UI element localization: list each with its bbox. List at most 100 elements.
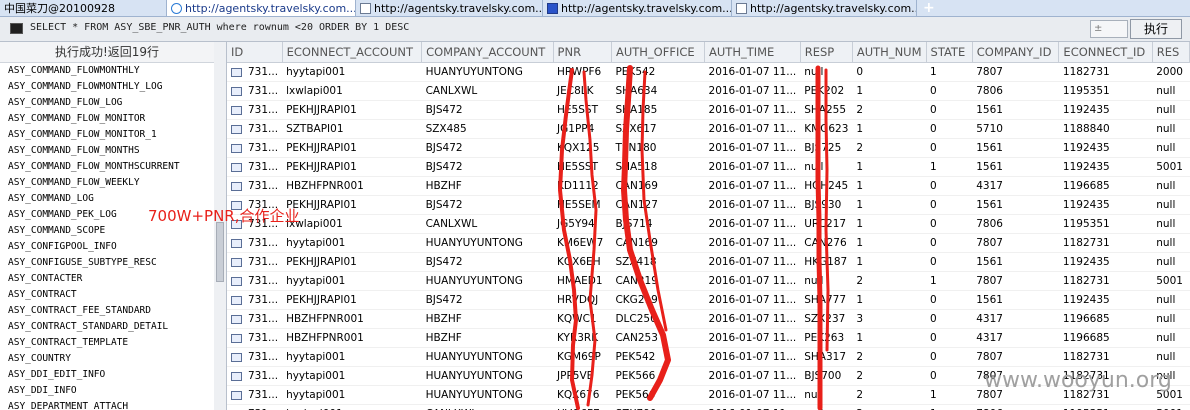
row-icon [231, 181, 242, 191]
table-cell: 0 [926, 328, 973, 348]
cell-value: HE5SST [557, 104, 598, 116]
tab-label: http://agentsky.travelsky.com... [750, 1, 917, 15]
cell-value: 1182731 [1062, 237, 1110, 249]
table-cell: 731... [227, 119, 283, 139]
browser-tab-2[interactable]: http://agentsky.travelsky.com... [167, 0, 356, 16]
options-dropdown[interactable]: ± [1090, 20, 1128, 38]
cell-value: BJS472 [425, 294, 463, 306]
sql-query-input[interactable]: SELECT * FROM ASY_SBE_PNR_AUTH where row… [30, 22, 409, 33]
table-row[interactable]: 731... HBZHFPNR001 HBZHF KD1112 CAN169 2016-0… [227, 176, 1190, 196]
cell-value: 2016-01-07 11... [708, 256, 797, 268]
cell-value: SZX485 [425, 123, 467, 135]
table-cell: KM6EW7 [553, 233, 612, 253]
column-header[interactable]: RES [1152, 42, 1190, 63]
table-row[interactable]: 731... PEKHJJRAPI01 BJS472 HE5SST SHA518 2016… [227, 157, 1190, 177]
table-list-item[interactable]: ASY_COMMAND_FLOWMONTHLY_LOG [0, 79, 214, 95]
table-cell: CANLXWL [421, 404, 554, 410]
table-list-item[interactable]: ASY_CONTRACT_FEE_STANDARD [0, 303, 214, 319]
table-cell: HUANYUYUNTONG [421, 271, 554, 291]
table-cell: HUANYUYUNTONG [421, 233, 554, 253]
table-row[interactable]: 731... lxwlapi001 CANLXWL JEC8LK SHA634 2016-… [227, 81, 1190, 101]
table-cell: null [800, 271, 853, 291]
table-list-item[interactable]: ASY_DEPARTMENT_ATTACH [0, 399, 214, 410]
table-cell: CAN253 [611, 328, 705, 348]
column-header[interactable]: STATE [926, 42, 973, 63]
table-cell: PEKHJJRAPI01 [282, 195, 422, 215]
table-row[interactable]: 731... lxwlapi001 CANLXWL JG5Y94 BJS714 2016-… [227, 214, 1190, 234]
cell-value: HBZHFPNR001 [286, 313, 364, 325]
table-list-item[interactable]: ASY_COMMAND_FLOW_WEEKLY [0, 175, 214, 191]
new-tab-button[interactable]: + [917, 0, 941, 16]
column-header[interactable]: ID [227, 42, 283, 63]
table-list-item[interactable]: ASY_COMMAND_FLOW_MONITOR_1 [0, 127, 214, 143]
column-header[interactable]: ECONNECT_ACCOUNT [282, 42, 423, 63]
table-list-scrollbar[interactable] [214, 42, 227, 410]
column-header[interactable]: COMPANY_ID [972, 42, 1060, 63]
column-header[interactable]: AUTH_NUM [852, 42, 927, 63]
table-list-item[interactable]: ASY_COMMAND_FLOW_MONITOR [0, 111, 214, 127]
cell-value: PEK202 [804, 85, 845, 97]
cell-value: null [1156, 85, 1176, 97]
table-list-item[interactable]: ASY_DDI_INFO [0, 383, 214, 399]
table-row[interactable]: 731... hyytapi001 HUANYUYUNTONG HMAED1 CAN21… [227, 271, 1190, 291]
tab-label: 中国菜刀@20100928 [4, 2, 115, 15]
table-cell: SZX237 [800, 309, 853, 329]
column-header[interactable]: ECONNECT_ID [1058, 42, 1153, 63]
browser-tab-3[interactable]: http://agentsky.travelsky.com... [356, 0, 543, 16]
table-row[interactable]: 731...lxwlapi001CANLXWLHVQ6F7SZX7902016-… [227, 404, 1190, 410]
table-cell: PEKHJJRAPI01 [282, 157, 422, 177]
result-grid: ID ECONNECT_ACCOUNT COMPANY_ACCOUNT PNR AUTH… [227, 42, 1190, 410]
table-row[interactable]: 731... PEKHJJRAPI01 BJS472 HE5SEM CAN127 2016… [227, 195, 1190, 215]
table-list-item[interactable]: ASY_CONTACTER [0, 271, 214, 287]
cell-value: 2000 [1156, 66, 1183, 78]
browser-tab-bar: 中国菜刀@20100928 http://agentsky.travelsky.c… [0, 0, 1190, 17]
cell-value: 1192435 [1062, 199, 1110, 211]
run-button[interactable]: 执行 [1130, 19, 1182, 39]
table-list-item[interactable]: ASY_COMMAND_FLOWMONTHLY [0, 63, 214, 79]
cell-value: 2 [856, 275, 864, 287]
table-list-item[interactable]: ASY_COMMAND_FLOW_MONTHSCURRENT [0, 159, 214, 175]
table-row[interactable]: 731... hyytapi001 HUANYUYUNTONG KM6EW7 CAN16… [227, 233, 1190, 253]
table-row[interactable]: 731... HBZHFPNR001 HBZHF KYR3RK CAN253 2016-0… [227, 328, 1190, 348]
table-row[interactable]: 731... PEKHJJRAPI01 BJS472 KQX6EH SZX418 2016… [227, 252, 1190, 272]
cell-value: PEKHJJRAPI01 [286, 142, 357, 154]
table-row[interactable]: 731... PEKHJJRAPI01 BJS472 KQX125 TSN180 2016… [227, 138, 1190, 158]
table-list-item[interactable]: ASY_COMMAND_FLOW_LOG [0, 95, 214, 111]
scrollbar-thumb[interactable] [216, 222, 224, 282]
table-row[interactable]: 731... hyytapi001 HUANYUYUNTONG KGM69P PEK54… [227, 347, 1190, 367]
table-list-item[interactable]: ASY_CONTRACT_STANDARD_DETAIL [0, 319, 214, 335]
table-cell: 1192435 [1058, 252, 1153, 272]
cell-value: CAN169 [615, 180, 658, 192]
cell-value: 4317 [976, 313, 1003, 325]
column-header[interactable]: AUTH_OFFICE [611, 42, 706, 63]
table-list-item[interactable]: ASY_CONFIGUSE_SUBTYPE_RESC [0, 255, 214, 271]
cell-value: 2016-01-07 11... [708, 389, 797, 401]
table-row[interactable]: 731... HBZHFPNR001 HBZHF KQWC1 DLC250 2016-01… [227, 309, 1190, 329]
column-header[interactable]: PNR [553, 42, 612, 63]
table-cell: null [1152, 176, 1190, 196]
ie-icon [171, 2, 182, 14]
table-list-item[interactable]: ASY_COMMAND_FLOW_MONTHS [0, 143, 214, 159]
column-header[interactable]: RESP [800, 42, 853, 63]
cell-value: 1 [930, 161, 937, 173]
table-row[interactable]: 731... SZTBAPI01 SZX485 JG1PP4 SZX617 2016-01… [227, 119, 1190, 139]
table-list-item[interactable]: ASY_CONFIGPOOL_INFO [0, 239, 214, 255]
column-header[interactable]: AUTH_TIME [704, 42, 801, 63]
browser-tab-5[interactable]: http://agentsky.travelsky.com... [732, 0, 917, 16]
column-header[interactable]: COMPANY_ACCOUNT [421, 42, 554, 63]
table-row[interactable]: 731... hyytapi001 HUANYUYUNTONG HRWPF6 PEK54… [227, 62, 1190, 82]
browser-tab-4[interactable]: http://agentsky.travelsky.com... [543, 0, 732, 16]
browser-tab-1[interactable]: 中国菜刀@20100928 [0, 0, 167, 16]
cell-value: lxwlapi001 [286, 85, 343, 97]
table-list-item[interactable]: ASY_CONTRACT [0, 287, 214, 303]
cell-value: 1 [856, 256, 864, 268]
cell-value: 1 [856, 85, 864, 97]
table-list-item[interactable]: ASY_DDI_EDIT_INFO [0, 367, 214, 383]
cell-value: null [804, 275, 824, 287]
table-list-item[interactable]: ASY_CONTRACT_TEMPLATE [0, 335, 214, 351]
table-list-item[interactable]: ASY_COUNTRY [0, 351, 214, 367]
table-row[interactable]: 731... PEKHJJRAPI01 BJS472 HRVDQJ CKG219 2016… [227, 290, 1190, 310]
cell-value: 2016-01-07 11... [708, 199, 797, 211]
table-row[interactable]: 731... PEKHJJRAPI01 BJS472 HE5SST SHA185 2016… [227, 100, 1190, 120]
table-cell: hyytapi001 [282, 271, 422, 291]
